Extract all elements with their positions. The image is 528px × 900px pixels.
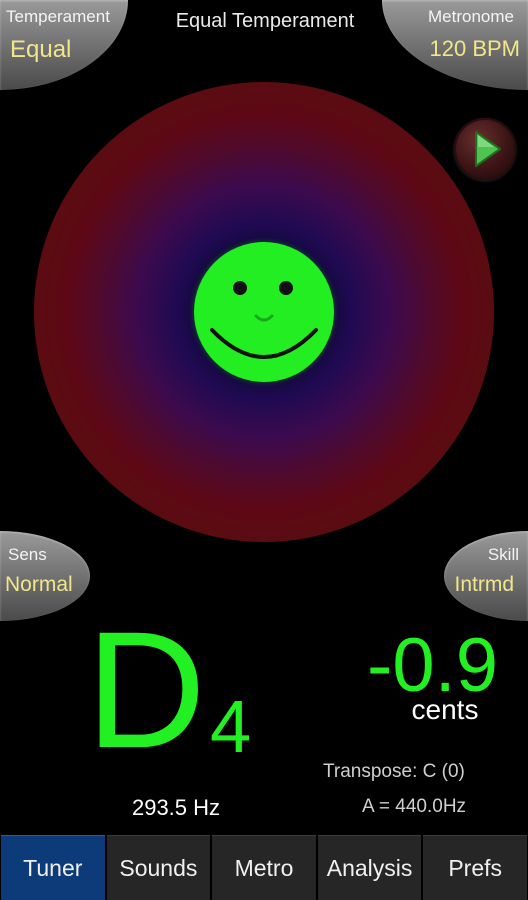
tab-tuner[interactable]: Tuner (1, 835, 105, 900)
tab-analysis[interactable]: Analysis (317, 835, 422, 900)
skill-label: Skill (487, 545, 519, 564)
note-octave: 4 (210, 685, 252, 768)
metronome-value: 120 BPM (429, 36, 521, 61)
tab-sounds[interactable]: Sounds (106, 835, 211, 900)
metronome-label: Metronome (428, 7, 514, 26)
tab-prefs[interactable]: Prefs (423, 835, 527, 900)
cents-unit: cents (411, 694, 479, 725)
reference-pitch-readout: A = 440.0Hz (362, 796, 467, 817)
frequency-readout: 293.5 Hz (131, 795, 221, 820)
skill-button[interactable]: Skill Intrmd (444, 531, 528, 621)
play-icon (475, 131, 501, 167)
transpose-readout: Transpose: C (0) (323, 761, 465, 782)
temperament-title: Equal Temperament (175, 10, 355, 32)
play-button[interactable] (454, 118, 516, 180)
sens-button[interactable]: Sens Normal (0, 531, 90, 621)
sens-value: Normal (5, 573, 73, 596)
smiley-face-icon (194, 242, 334, 382)
skill-value: Intrmd (454, 573, 514, 596)
temperament-value: Equal (10, 36, 72, 63)
note-name: D (86, 598, 206, 783)
metronome-button[interactable]: Metronome 120 BPM (382, 0, 528, 90)
temperament-label: Temperament (6, 7, 110, 26)
tab-bar: Tuner Sounds Metro Analysis Prefs (0, 834, 528, 900)
cents-value: -0.9 (367, 623, 498, 708)
tab-metro[interactable]: Metro (212, 835, 316, 900)
sens-label: Sens (8, 545, 47, 564)
temperament-button[interactable]: Temperament Equal (0, 0, 128, 90)
